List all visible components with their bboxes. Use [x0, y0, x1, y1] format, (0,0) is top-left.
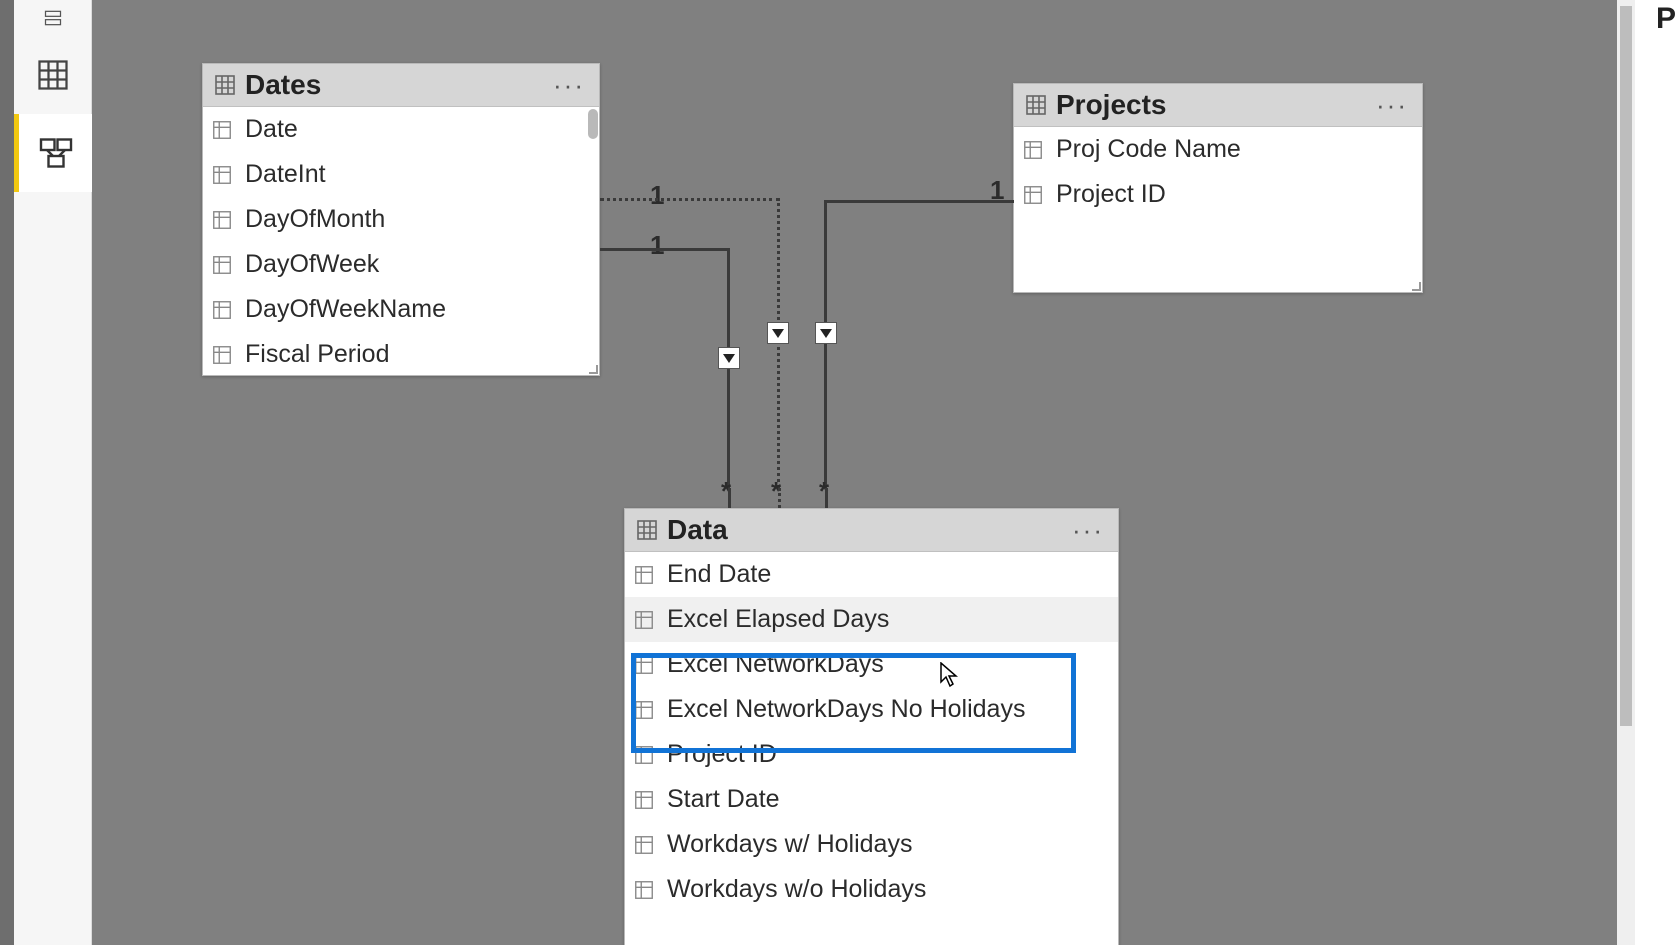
table-title-dates: Dates	[245, 69, 549, 101]
table-dates[interactable]: Dates ··· Date DateInt DayOfMonth DayOfW…	[202, 63, 600, 376]
field-excelnetworkdaysnohol[interactable]: Excel NetworkDays No Holidays	[625, 687, 1118, 732]
field-fiscalperiod[interactable]: Fiscal Period	[203, 332, 599, 375]
table-data[interactable]: Data ··· End Date Excel Elapsed Days Exc…	[624, 508, 1119, 945]
field-label: Date	[245, 115, 298, 144]
relationship-line-inactive[interactable]	[777, 198, 780, 488]
field-label: Workdays w/o Holidays	[667, 875, 926, 904]
right-panel-collapsed[interactable]: P	[1635, 0, 1680, 945]
relationship-direction-arrow	[815, 322, 837, 344]
relationship-line[interactable]	[825, 488, 828, 508]
relationship-line-inactive[interactable]	[778, 488, 781, 508]
field-dateint[interactable]: DateInt	[203, 152, 599, 197]
field-icon	[633, 879, 655, 901]
table-icon	[1024, 93, 1048, 117]
field-list-data: End Date Excel Elapsed Days Excel Networ…	[625, 552, 1118, 912]
field-label: Project ID	[667, 740, 777, 769]
resize-handle[interactable]	[587, 363, 599, 375]
field-icon	[1022, 139, 1044, 161]
relationship-line[interactable]	[728, 488, 731, 508]
table-header-dates[interactable]: Dates ···	[203, 64, 599, 107]
field-icon	[211, 254, 233, 276]
field-icon	[633, 744, 655, 766]
field-icon	[1022, 184, 1044, 206]
field-dayofweek[interactable]: DayOfWeek	[203, 242, 599, 287]
field-label: Proj Code Name	[1056, 135, 1241, 164]
field-label: DayOfWeekName	[245, 295, 446, 324]
field-projectid[interactable]: Project ID	[1014, 172, 1422, 217]
field-data-projectid[interactable]: Project ID	[625, 732, 1118, 777]
cardinality-one: 1	[650, 230, 664, 261]
field-icon	[211, 209, 233, 231]
field-enddate[interactable]: End Date	[625, 552, 1118, 597]
field-icon	[633, 609, 655, 631]
table-projects[interactable]: Projects ··· Proj Code Name Project ID	[1013, 83, 1423, 293]
relationship-line[interactable]	[600, 248, 730, 251]
field-icon	[633, 699, 655, 721]
table-menu-data[interactable]: ···	[1068, 515, 1108, 546]
table-title-projects: Projects	[1056, 89, 1372, 121]
table-icon	[635, 518, 659, 542]
cardinality-many: *	[771, 476, 781, 507]
field-date[interactable]: Date	[203, 107, 599, 152]
field-label: DayOfMonth	[245, 205, 385, 234]
field-label: Workdays w/ Holidays	[667, 830, 912, 859]
model-canvas[interactable]: Dates ··· Date DateInt DayOfMonth DayOfW…	[92, 0, 1635, 945]
relationship-line-inactive[interactable]	[600, 198, 780, 201]
field-icon	[633, 564, 655, 586]
nav-model-view[interactable]	[14, 114, 92, 192]
nav-report-view[interactable]	[14, 0, 92, 36]
canvas-vertical-scrollbar[interactable]	[1617, 0, 1635, 945]
field-dayofmonth[interactable]: DayOfMonth	[203, 197, 599, 242]
field-icon	[211, 299, 233, 321]
window-edge-strip	[0, 0, 14, 945]
table-title-data: Data	[667, 514, 1068, 546]
table-menu-projects[interactable]: ···	[1372, 90, 1412, 121]
relationship-direction-arrow	[718, 347, 740, 369]
field-icon	[633, 789, 655, 811]
field-label: Excel NetworkDays	[667, 650, 884, 679]
cardinality-one: 1	[990, 175, 1004, 206]
field-icon	[633, 654, 655, 676]
relationship-line[interactable]	[727, 248, 730, 488]
field-workdaysnohol[interactable]: Workdays w/o Holidays	[625, 867, 1118, 912]
view-nav-column	[14, 0, 92, 945]
field-startdate[interactable]: Start Date	[625, 777, 1118, 822]
cardinality-many: *	[721, 476, 731, 507]
field-list-projects: Proj Code Name Project ID	[1014, 127, 1422, 217]
field-label: Start Date	[667, 785, 780, 814]
field-icon	[211, 119, 233, 141]
field-label: Excel Elapsed Days	[667, 605, 889, 634]
relationship-line[interactable]	[824, 200, 827, 488]
table-header-projects[interactable]: Projects ···	[1014, 84, 1422, 127]
cardinality-many: *	[819, 476, 829, 507]
field-label: End Date	[667, 560, 771, 589]
cardinality-one: 1	[650, 180, 664, 211]
right-panel-label: P	[1656, 2, 1676, 36]
scrollbar-thumb[interactable]	[1620, 6, 1632, 726]
table-menu-dates[interactable]: ···	[549, 70, 589, 101]
resize-handle[interactable]	[1410, 280, 1422, 292]
nav-data-view[interactable]	[14, 36, 92, 114]
relationship-line[interactable]	[824, 200, 1014, 203]
field-icon	[211, 344, 233, 366]
field-workdayshol[interactable]: Workdays w/ Holidays	[625, 822, 1118, 867]
field-excelelapseddays[interactable]: Excel Elapsed Days	[625, 597, 1118, 642]
field-label: Project ID	[1056, 180, 1166, 209]
field-icon	[211, 164, 233, 186]
field-dayofweekname[interactable]: DayOfWeekName	[203, 287, 599, 332]
field-label: DayOfWeek	[245, 250, 379, 279]
table-icon	[213, 73, 237, 97]
field-icon	[633, 834, 655, 856]
field-list-dates: Date DateInt DayOfMonth DayOfWeek DayOfW…	[203, 107, 599, 375]
relationship-direction-arrow	[767, 322, 789, 344]
field-label: Fiscal Period	[245, 340, 390, 369]
field-label: DateInt	[245, 160, 326, 189]
table-header-data[interactable]: Data ···	[625, 509, 1118, 552]
field-projcodename[interactable]: Proj Code Name	[1014, 127, 1422, 172]
field-excelnetworkdays[interactable]: Excel NetworkDays	[625, 642, 1118, 687]
field-list-scrollbar[interactable]	[588, 109, 598, 139]
field-label: Excel NetworkDays No Holidays	[667, 695, 1025, 724]
